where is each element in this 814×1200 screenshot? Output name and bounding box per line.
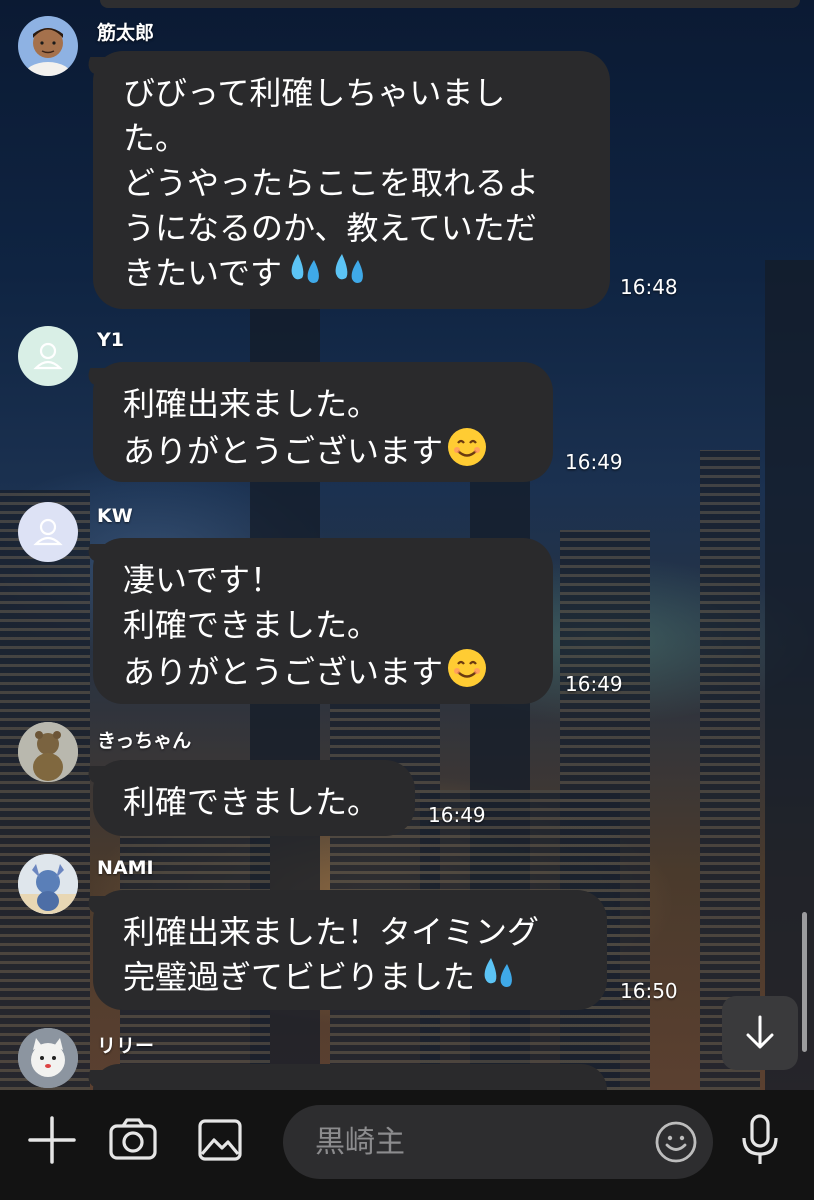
message-input-container <box>283 1105 713 1179</box>
message-text-line: 利確できました。 <box>123 606 380 644</box>
previous-bubble-edge <box>100 0 800 8</box>
teddy-bear-photo-avatar[interactable] <box>18 722 78 782</box>
emoji-icon[interactable] <box>653 1119 699 1169</box>
default-person-avatar[interactable] <box>18 326 78 386</box>
man-portrait-avatar[interactable] <box>18 16 78 76</box>
microphone-icon[interactable] <box>730 1110 790 1170</box>
message-bubble[interactable]: 利確出来ました！タイミング 完璧過ぎてビビりました <box>93 890 607 1010</box>
camera-icon[interactable] <box>103 1110 163 1170</box>
message-text-line: びびって利確しちゃいまし <box>123 74 506 112</box>
sender-name: 筋太郎 <box>97 22 155 44</box>
message-bubble[interactable] <box>93 1064 607 1090</box>
message-text-line: 利確できました。 <box>123 783 380 821</box>
sweat-droplets-icon <box>479 956 519 1002</box>
character-photo-avatar[interactable] <box>18 854 78 914</box>
sweat-droplets-icon <box>330 252 370 298</box>
sender-name: KW <box>97 505 133 527</box>
message-time: 16:49 <box>565 450 623 474</box>
message-input[interactable] <box>313 1119 637 1165</box>
sender-name: リリー <box>97 1035 155 1057</box>
lucky-cat-photo-avatar[interactable] <box>18 1028 78 1088</box>
message-bubble[interactable]: 凄いです！ 利確できました。 ありがとうございます <box>93 538 553 704</box>
message-bubble[interactable]: びびって利確しちゃいまし た。 どうやったらここを取れるよ うになるのか、教えて… <box>93 51 610 309</box>
sender-name: Y1 <box>97 329 124 351</box>
message-bubble[interactable]: 利確出来ました。 ありがとうございます <box>93 362 553 482</box>
message-text-line: 完璧過ぎてビビりました <box>123 958 476 996</box>
message-text-line: きたいです <box>123 254 283 292</box>
message-time: 16:50 <box>620 979 678 1003</box>
message-bubble[interactable]: 利確できました。 <box>93 760 415 836</box>
sweat-droplets-icon <box>286 252 326 298</box>
smiling-face-icon <box>447 427 487 479</box>
message-text-line: た。 <box>123 119 188 157</box>
message-text-line: うになるのか、教えていただ <box>123 209 537 247</box>
image-icon[interactable] <box>190 1110 250 1170</box>
default-person-avatar[interactable] <box>18 502 78 562</box>
scrollbar[interactable] <box>802 912 807 1052</box>
message-text-line: 利確出来ました！タイミング <box>123 913 540 951</box>
smiling-face-icon <box>447 648 487 700</box>
message-text-line: どうやったらここを取れるよ <box>123 164 540 202</box>
sender-name: NAMI <box>97 857 154 879</box>
message-text-line: 凄いです！ <box>123 561 283 599</box>
message-time: 16:48 <box>620 275 678 299</box>
sender-name: きっちゃん <box>97 730 192 752</box>
scroll-to-bottom-button[interactable] <box>722 996 798 1070</box>
message-time: 16:49 <box>428 803 486 827</box>
message-text-line: ありがとうございます <box>123 432 444 470</box>
message-text-line: ありがとうございます <box>123 653 444 691</box>
message-text-line: 利確出来ました。 <box>123 385 380 423</box>
plus-icon[interactable] <box>22 1110 82 1170</box>
message-time: 16:49 <box>565 672 623 696</box>
arrow-down-icon <box>742 1014 778 1056</box>
